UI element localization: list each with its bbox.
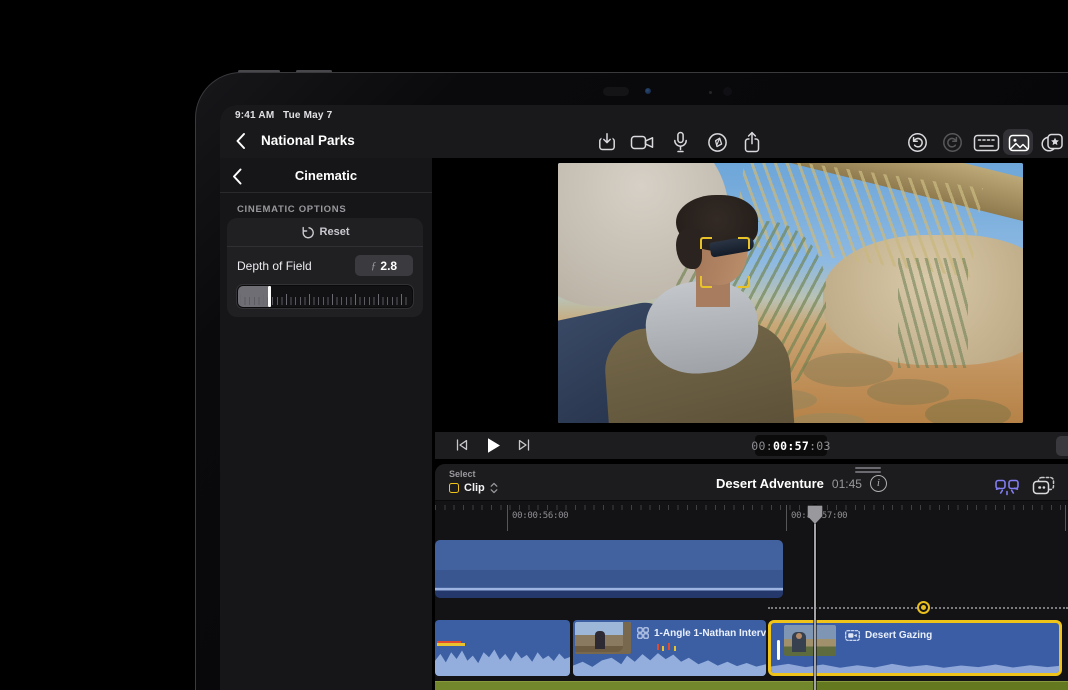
timeline-drag-handle[interactable]: [855, 467, 881, 475]
next-frame-button[interactable]: [516, 437, 532, 453]
media-browser-icon[interactable]: [1007, 133, 1030, 152]
undo-icon[interactable]: [906, 131, 928, 153]
effects-browser-icon[interactable]: [1040, 131, 1064, 153]
grab-line: [855, 467, 881, 469]
focus-corner-tr: [738, 237, 750, 249]
clip2-title: 1-Angle 1-Nathan Interview: [654, 628, 766, 639]
viewer-video: [558, 163, 1023, 423]
scene-bush-1: [803, 353, 893, 387]
depth-of-field-slider[interactable]: [237, 285, 413, 308]
timeline-clip-nathan-interview[interactable]: 1-Angle 1-Nathan Interview: [573, 620, 766, 676]
peak-yellow: [662, 646, 664, 651]
fstop-icon: ƒ: [371, 260, 377, 272]
depth-of-field-value[interactable]: ƒ 2.8: [355, 255, 413, 276]
multicam-icon: [637, 627, 649, 639]
play-button[interactable]: [483, 435, 503, 455]
ruler-ticks[interactable]: [435, 505, 1068, 510]
audio-meter-yellow: [437, 643, 465, 646]
focus-corner-br: [738, 276, 750, 288]
ruler-major-tick: [786, 505, 787, 531]
scene-joshua-right-tree: [898, 258, 968, 368]
thumb-person: [595, 631, 605, 649]
keyboard-icon[interactable]: [972, 132, 1000, 153]
sort-chevrons-icon: [490, 482, 498, 494]
music-audio-clip[interactable]: [435, 681, 1068, 690]
timecode-display[interactable]: 00:00:57:03: [755, 435, 827, 456]
inspector-back-button[interactable]: [229, 167, 245, 185]
select-mode-value: Clip: [464, 482, 485, 494]
ipad-screen: 9:41 AM Tue May 7 National Parks: [220, 105, 1068, 690]
clip3-title: Desert Gazing: [865, 630, 932, 641]
record-video-icon[interactable]: [629, 132, 655, 152]
camera-module: [603, 87, 629, 96]
timeline-clip-desert-gazing-selected[interactable]: Desert Gazing: [768, 620, 1062, 676]
ruler-label-56: 00:00:56:00: [512, 511, 568, 521]
select-label: Select: [449, 469, 476, 479]
overlay-clips-icon[interactable]: [1030, 474, 1057, 498]
project-duration: 01:45: [832, 477, 862, 491]
cinematic-options-label: CINEMATIC OPTIONS: [237, 204, 346, 215]
thumb-face: [796, 633, 802, 639]
ambient-sensor: [709, 91, 712, 94]
slider-handle[interactable]: [268, 286, 271, 307]
trim-handle-left[interactable]: [777, 640, 780, 660]
clip-color-icon: [449, 483, 459, 493]
keyframe-dot[interactable]: [917, 601, 930, 614]
draw-tool-icon[interactable]: [706, 131, 728, 153]
status-time: 9:41 AM: [235, 110, 274, 121]
reset-button[interactable]: Reset: [227, 218, 423, 247]
clip3-thumbnail: [784, 625, 836, 656]
ruler-major-tick: [507, 505, 508, 531]
fstop-value: 2.8: [380, 259, 397, 273]
truedepth-sensor: [723, 87, 732, 96]
depth-of-field-label: Depth of Field: [237, 259, 312, 273]
timecode-hours: 00:: [751, 439, 773, 453]
reset-label: Reset: [320, 226, 350, 238]
redo-icon[interactable]: [941, 131, 963, 153]
stage: 9:41 AM Tue May 7 National Parks: [0, 0, 1068, 690]
info-icon[interactable]: i: [870, 475, 887, 492]
enhance-icon[interactable]: [994, 475, 1020, 497]
import-icon[interactable]: [596, 131, 618, 153]
record-audio-icon[interactable]: [672, 130, 688, 154]
project-back-title[interactable]: National Parks: [261, 133, 355, 148]
back-button[interactable]: [231, 132, 249, 150]
project-title: Desert Adventure: [716, 476, 824, 491]
playhead-line[interactable]: [814, 505, 816, 690]
focus-corner-bl: [700, 276, 712, 288]
ruler-major-tick: [1065, 505, 1066, 531]
cinematic-focus-brackets: [700, 237, 750, 288]
timecode-frames: :03: [809, 439, 831, 453]
peak-yellow: [674, 646, 676, 651]
project-info-row: Desert Adventure 01:45 i: [716, 475, 887, 492]
peak-red: [668, 643, 670, 650]
clip2-thumbnail: [575, 622, 631, 654]
connected-audio-clip[interactable]: [435, 540, 783, 598]
inspector-panel: Cinematic CINEMATIC OPTIONS Reset Depth …: [220, 158, 432, 690]
focus-corner-tl: [700, 237, 712, 249]
share-icon[interactable]: [741, 130, 763, 154]
timeline-clip-1[interactable]: [435, 620, 570, 676]
peak-red: [657, 644, 659, 650]
fullscreen-button-partial[interactable]: [1056, 436, 1068, 456]
slider-ticks-major: [240, 294, 410, 305]
status-date: Tue May 7: [283, 110, 332, 121]
reset-icon: [301, 226, 314, 239]
select-mode-control[interactable]: Clip: [449, 482, 498, 494]
timecode-main: 00:57: [773, 439, 809, 453]
inspector-header: Cinematic: [220, 158, 432, 193]
previous-frame-button[interactable]: [454, 437, 470, 453]
cinematic-options-card: Reset Depth of Field ƒ 2.8: [227, 218, 423, 317]
inspector-title: Cinematic: [295, 168, 357, 183]
front-camera-lens: [645, 88, 651, 94]
grab-line: [855, 471, 881, 473]
cinematic-mode-icon: [845, 630, 860, 641]
clip1-waveform: [435, 642, 570, 676]
